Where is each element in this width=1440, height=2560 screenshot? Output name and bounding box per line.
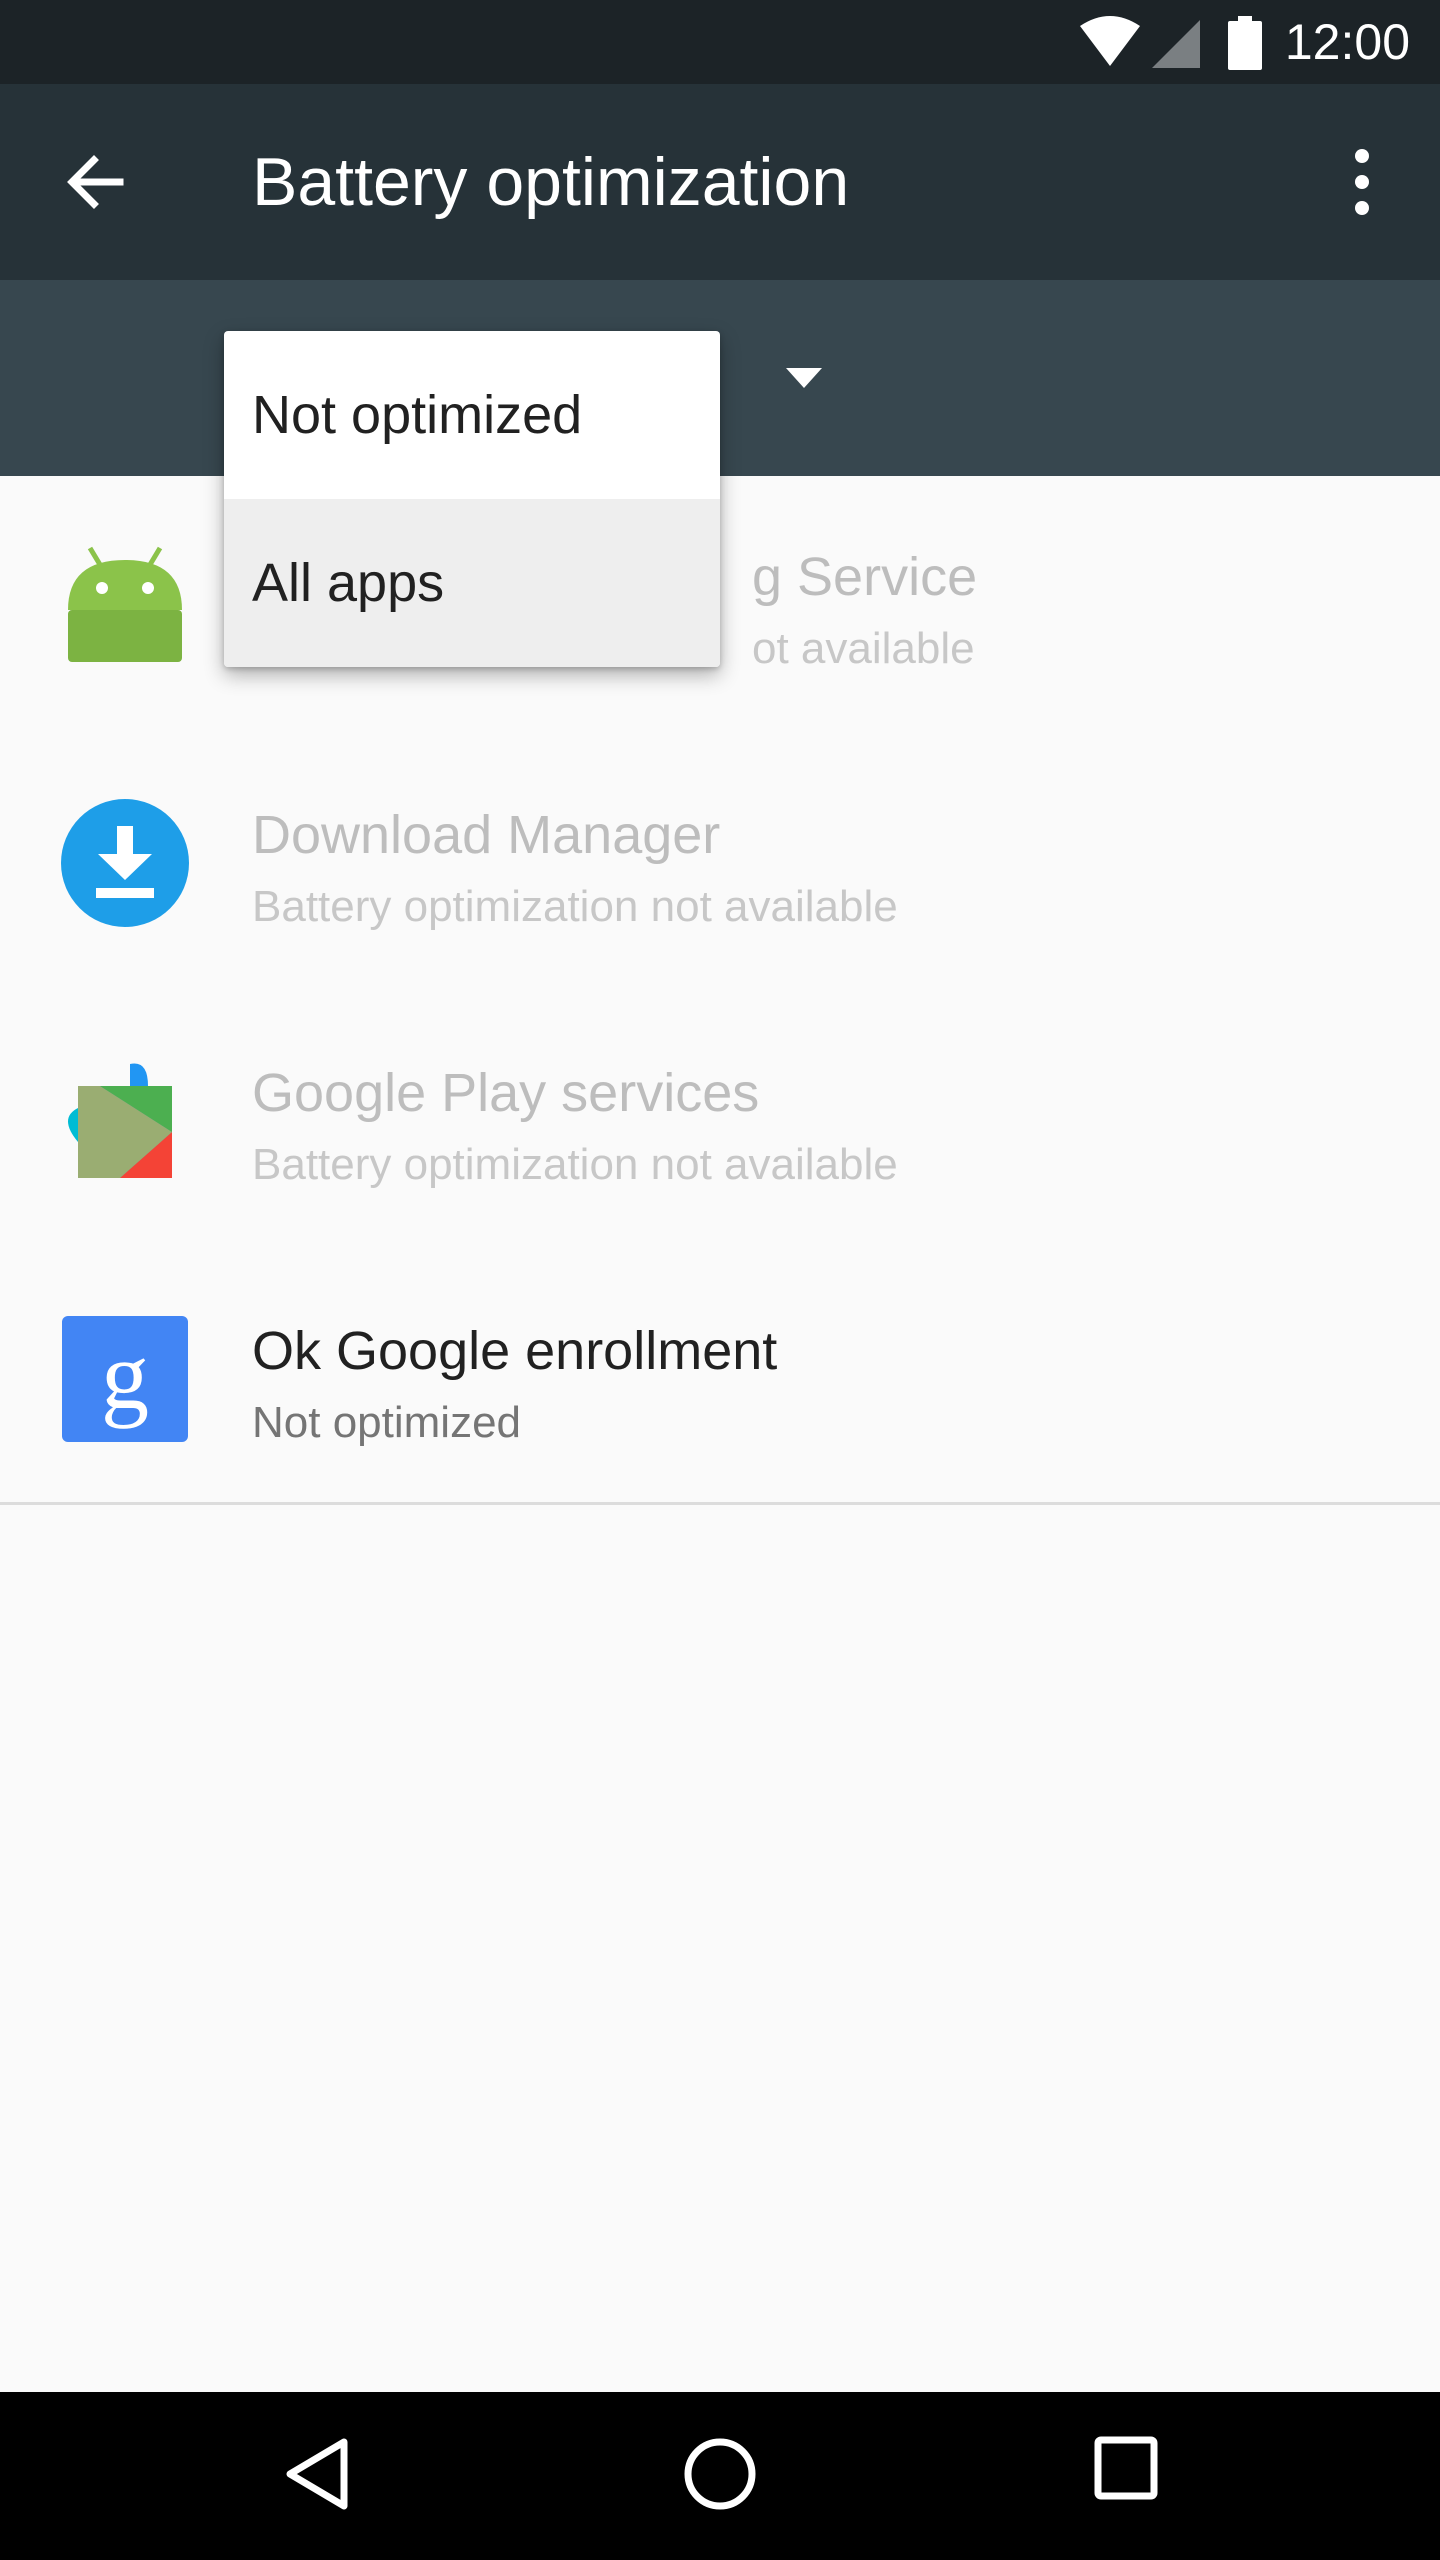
- more-vert-icon[interactable]: [1330, 146, 1394, 218]
- wifi-icon: [1080, 16, 1140, 66]
- play-services-icon: [68, 1063, 172, 1178]
- arrow-back-icon[interactable]: [60, 146, 132, 218]
- app-name: Google Play services: [252, 1063, 760, 1123]
- app-list: g Service ot available Download Manager …: [0, 476, 1440, 1508]
- list-item[interactable]: Google Play services Battery optimizatio…: [0, 992, 1440, 1250]
- app-summary: Battery optimization not available: [252, 1140, 898, 1189]
- app-summary: Battery optimization not available: [252, 882, 898, 931]
- triangle-down-icon[interactable]: [786, 368, 822, 388]
- filter-bar: [0, 280, 1440, 476]
- app-name: Download Manager: [252, 805, 721, 865]
- dropdown-option-not-optimized[interactable]: Not optimized: [224, 331, 720, 499]
- list-item[interactable]: Download Manager Battery optimization no…: [0, 734, 1440, 992]
- toolbar: Battery optimization: [0, 84, 1440, 280]
- app-summary: Not optimized: [252, 1398, 522, 1447]
- nav-recents-icon[interactable]: [1094, 2436, 1158, 2500]
- status-time: 12:00: [1284, 14, 1410, 70]
- download-icon: [61, 799, 189, 927]
- app-summary: ot available: [752, 624, 975, 673]
- filter-dropdown-menu: Not optimized All apps: [224, 331, 720, 667]
- list-divider: [0, 1502, 1440, 1505]
- navigation-bar: [0, 2392, 1440, 2560]
- status-bar: 12:00: [0, 0, 1440, 84]
- list-item[interactable]: g Ok Google enrollment Not optimized: [0, 1250, 1440, 1508]
- google-g-icon: g: [62, 1316, 188, 1442]
- page-title: Battery optimization: [252, 144, 850, 220]
- app-name: g Service: [752, 547, 978, 607]
- nav-back-icon[interactable]: [284, 2436, 350, 2512]
- app-name: Ok Google enrollment: [252, 1321, 778, 1381]
- svg-text:g: g: [101, 1322, 149, 1429]
- nav-home-icon[interactable]: [682, 2436, 758, 2512]
- battery-icon: [1228, 16, 1262, 70]
- list-item[interactable]: g Service ot available: [0, 476, 1440, 734]
- android-icon: [68, 546, 182, 662]
- dropdown-option-all-apps[interactable]: All apps: [224, 499, 720, 667]
- signal-icon: [1152, 20, 1200, 68]
